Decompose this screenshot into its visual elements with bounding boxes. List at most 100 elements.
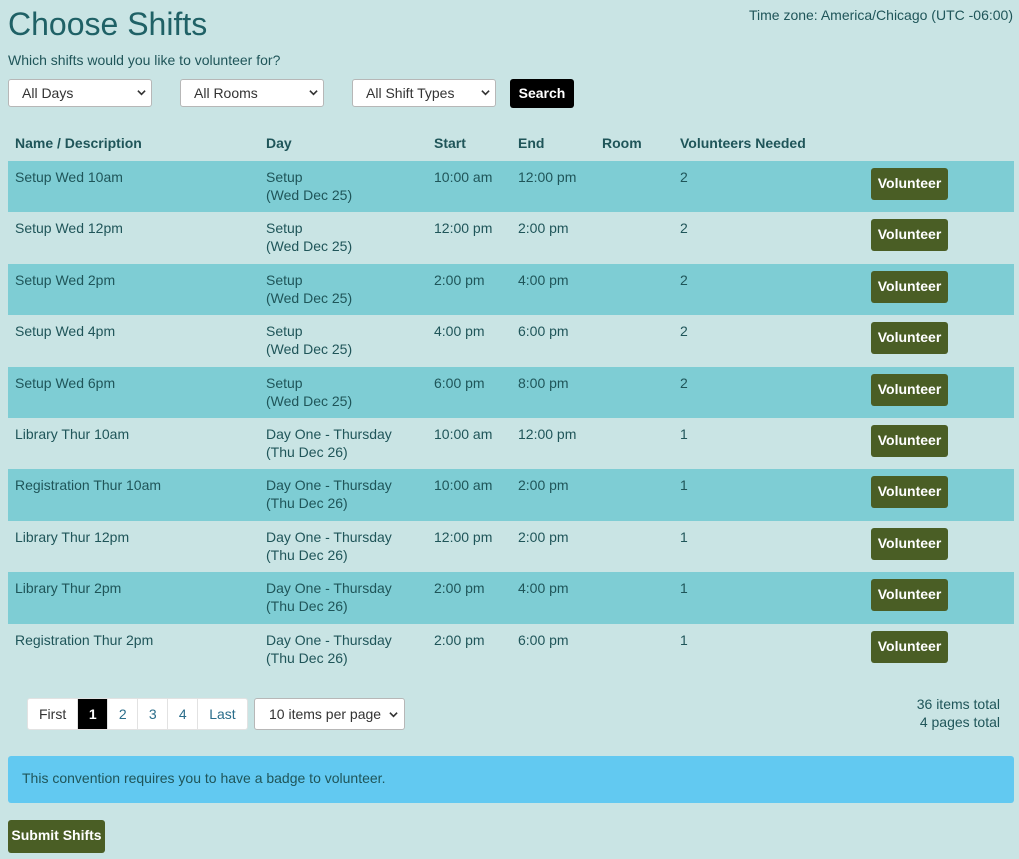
- shift-name: Library Thur 12pm: [15, 528, 130, 545]
- column-header-volunteers-needed: Volunteers Needed: [680, 134, 806, 151]
- shift-room: [595, 624, 673, 675]
- shift-room: [595, 315, 673, 366]
- column-header-end: End: [518, 134, 545, 151]
- shift-date: (Wed Dec 25): [266, 289, 353, 306]
- days-select[interactable]: All Days: [8, 79, 152, 107]
- shift-day-cell: Day One - Thursday (Thu Dec 26): [259, 624, 427, 675]
- shift-name: Library Thur 2pm: [8, 572, 259, 624]
- volunteer-button[interactable]: Volunteer: [871, 219, 948, 252]
- shift-volunteers-needed: 2: [680, 220, 688, 237]
- volunteer-button[interactable]: Volunteer: [871, 424, 948, 457]
- table-row: Library Thur 10am Day One - Thursday (Thu …: [8, 418, 1014, 469]
- shift-name: Registration Thur 10am: [8, 469, 259, 521]
- shift-day-cell: Setup (Wed Dec 25): [259, 161, 427, 213]
- shift-name: Registration Thur 2pm: [15, 631, 154, 648]
- shift-day: Day One - Thursday: [266, 580, 392, 597]
- shift-start: 2:00 pm: [427, 572, 511, 624]
- shift-types-select[interactable]: All Shift Types: [352, 79, 496, 107]
- pagination-page-2[interactable]: 2: [108, 699, 139, 729]
- shift-end: 6:00 pm: [518, 323, 569, 340]
- shift-start: 12:00 pm: [434, 528, 493, 545]
- column-header-day: Day: [266, 134, 292, 151]
- shifts-table: Name / Description Day Start End Room Vo…: [8, 124, 1014, 675]
- table-row: Library Thur 2pm Day One - Thursday (Thu D…: [8, 572, 1014, 624]
- shift-date: (Wed Dec 25): [266, 341, 353, 358]
- chevron-down-icon: [481, 90, 490, 96]
- pagination-last[interactable]: Last: [198, 699, 246, 729]
- shift-day-cell: Setup (Wed Dec 25): [259, 366, 427, 418]
- shift-volunteers-needed: 1: [680, 528, 688, 545]
- table-header-row: Name / Description Day Start End Room Vo…: [8, 124, 1014, 161]
- table-row: Setup Wed 10am Setup (Wed Dec 25) 10:00 am 1…: [8, 161, 1014, 213]
- table-row: Setup Wed 4pm Setup (Wed Dec 25) 4:00 pm 6:0…: [8, 315, 1014, 366]
- shifts-table-body: Setup Wed 10am Setup (Wed Dec 25) 10:00 am 1…: [8, 161, 1014, 675]
- badge-notice: This convention requires you to have a b…: [8, 756, 1014, 803]
- rooms-select-value: All Rooms: [194, 85, 258, 101]
- shift-day-cell: Day One - Thursday (Thu Dec 26): [259, 469, 427, 521]
- shift-room: [595, 469, 673, 521]
- shift-end: 8:00 pm: [511, 366, 595, 418]
- shift-date: (Thu Dec 26): [266, 443, 348, 460]
- shift-volunteers-needed: 1: [680, 425, 688, 442]
- shift-volunteers-needed: 1: [680, 631, 688, 648]
- shift-day: Setup: [266, 323, 303, 340]
- items-per-page-select[interactable]: 10 items per page: [254, 698, 405, 730]
- volunteer-button[interactable]: Volunteer: [871, 630, 948, 663]
- shift-date: (Thu Dec 26): [266, 598, 348, 615]
- volunteer-button[interactable]: Volunteer: [871, 579, 948, 612]
- table-row: Library Thur 12pm Day One - Thursday (Thu …: [8, 521, 1014, 572]
- pagination-page-4[interactable]: 4: [168, 699, 199, 729]
- page-subtitle: Which shifts would you like to volunteer…: [8, 52, 281, 68]
- chevron-down-icon: [389, 712, 398, 718]
- shift-day: Setup: [266, 220, 303, 237]
- column-header-room: Room: [602, 134, 642, 151]
- chevron-down-icon: [309, 90, 318, 96]
- shift-end: 2:00 pm: [518, 220, 569, 237]
- pagination-totals: 36 items total 4 pages total: [917, 695, 1000, 731]
- shift-date: (Wed Dec 25): [266, 238, 353, 255]
- shift-action-cell: Volunteer: [871, 572, 1014, 624]
- shift-start: 2:00 pm: [427, 263, 511, 316]
- shift-day: Day One - Thursday: [266, 528, 392, 545]
- volunteer-button[interactable]: Volunteer: [871, 527, 948, 560]
- search-button[interactable]: Search: [510, 79, 574, 108]
- shift-start: 10:00 am: [427, 161, 511, 213]
- volunteer-button[interactable]: Volunteer: [871, 322, 948, 355]
- pages-total: 4 pages total: [919, 714, 1000, 730]
- rooms-select[interactable]: All Rooms: [180, 79, 324, 107]
- column-header-start: Start: [434, 134, 466, 151]
- table-row: Setup Wed 12pm Setup (Wed Dec 25) 12:00 pm 2…: [8, 212, 1014, 263]
- items-per-page-value: 10 items per page: [269, 706, 382, 722]
- shift-room: [595, 366, 673, 418]
- shift-day-cell: Day One - Thursday (Thu Dec 26): [259, 418, 427, 469]
- shift-name: Setup Wed 2pm: [8, 263, 259, 316]
- shift-types-select-value: All Shift Types: [366, 85, 455, 101]
- shift-start: 6:00 pm: [427, 366, 511, 418]
- shift-day: Day One - Thursday: [266, 631, 392, 648]
- shift-date: (Wed Dec 25): [266, 392, 353, 409]
- volunteer-button[interactable]: Volunteer: [871, 168, 948, 200]
- shift-room: [595, 572, 673, 624]
- shift-day-cell: Day One - Thursday (Thu Dec 26): [259, 572, 427, 624]
- pagination-page-1[interactable]: 1: [78, 699, 109, 729]
- pagination: First 1 2 3 4 Last: [27, 698, 248, 730]
- shift-date: (Thu Dec 26): [266, 546, 348, 563]
- table-row: Setup Wed 2pm Setup (Wed Dec 25) 2:00 pm 4:0…: [8, 263, 1014, 316]
- table-row: Registration Thur 2pm Day One - Thursday(…: [8, 624, 1014, 675]
- shift-name: Setup Wed 4pm: [15, 323, 116, 340]
- table-row: Registration Thur 10am Day One - Thursday…: [8, 469, 1014, 521]
- volunteer-button[interactable]: Volunteer: [871, 270, 948, 303]
- pagination-first[interactable]: First: [28, 699, 79, 729]
- days-select-value: All Days: [22, 85, 74, 101]
- volunteer-button[interactable]: Volunteer: [871, 373, 948, 406]
- shift-room: [595, 418, 673, 469]
- shift-volunteers-needed: 2: [680, 323, 688, 340]
- shift-volunteers-needed: 1: [673, 572, 871, 624]
- shift-action-cell: Volunteer: [871, 521, 1014, 572]
- submit-shifts-button[interactable]: Submit Shifts: [8, 820, 105, 853]
- page-title: Choose Shifts: [8, 6, 208, 42]
- pagination-page-3[interactable]: 3: [138, 699, 169, 729]
- volunteer-button[interactable]: Volunteer: [871, 476, 948, 509]
- shift-start: 2:00 pm: [434, 631, 485, 648]
- items-total: 36 items total: [916, 696, 1000, 712]
